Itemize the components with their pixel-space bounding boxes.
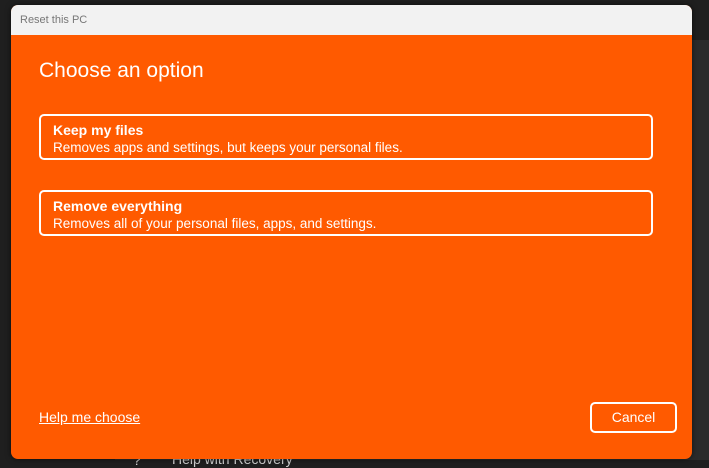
remove-everything-option[interactable]: Remove everything Removes all of your pe… xyxy=(39,190,653,236)
cancel-button[interactable]: Cancel xyxy=(590,402,677,433)
reset-pc-dialog: Reset this PC Choose an option Keep my f… xyxy=(11,5,692,459)
page-title: Choose an option xyxy=(39,59,204,82)
option-title: Remove everything xyxy=(53,198,183,214)
option-description: Removes apps and settings, but keeps you… xyxy=(53,140,403,155)
keep-my-files-option[interactable]: Keep my files Removes apps and settings,… xyxy=(39,114,653,160)
help-me-choose-link[interactable]: Help me choose xyxy=(39,409,140,425)
option-title: Keep my files xyxy=(53,122,144,138)
option-description: Removes all of your personal files, apps… xyxy=(53,216,377,231)
dialog-title: Reset this PC xyxy=(11,5,692,35)
